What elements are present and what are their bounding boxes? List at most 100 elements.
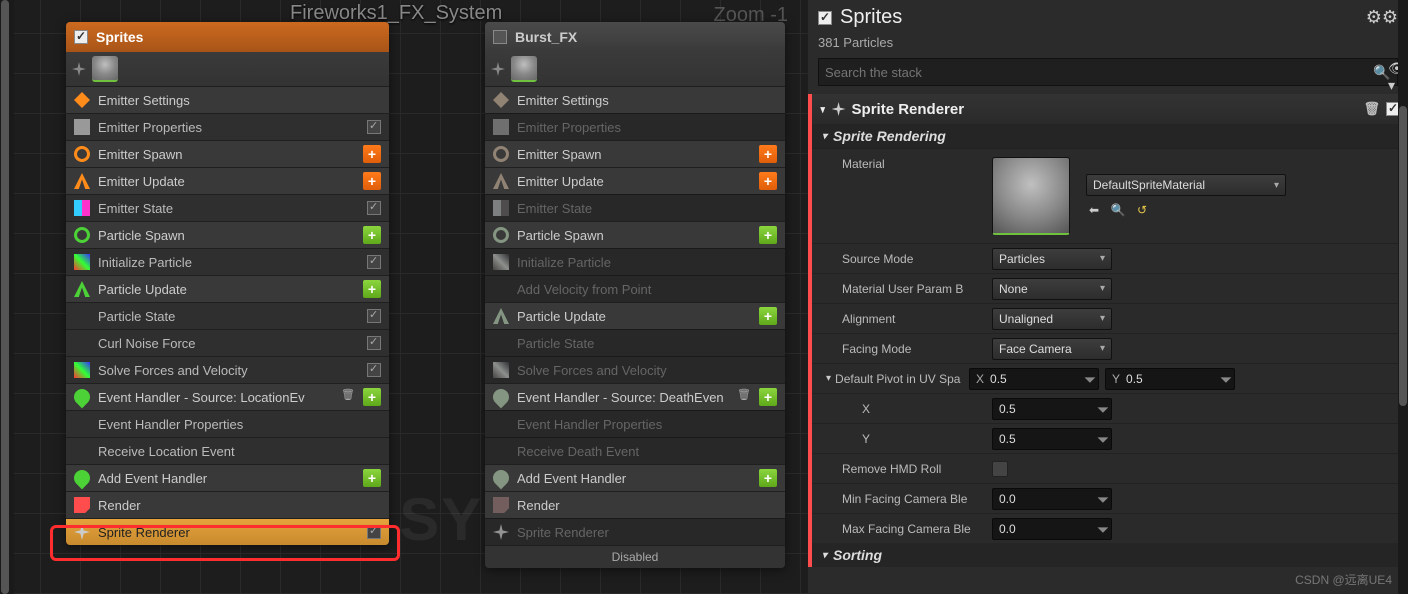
module-row[interactable]: Emitter State [485,194,785,221]
add-module-button[interactable]: + [759,226,777,244]
left-scrollbar[interactable] [0,0,14,594]
module-enabled-checkbox[interactable] [367,201,381,215]
scrollbar-thumb[interactable] [1399,106,1407,406]
dropdown[interactable]: None [992,278,1112,300]
material-dropdown[interactable]: DefaultSpriteMaterial [1086,174,1286,196]
section-sorting[interactable]: ▾ Sorting [812,543,1408,567]
search-input[interactable] [825,65,1373,80]
module-row[interactable]: Event Handler Properties [66,410,389,437]
i-init-icon [493,362,509,378]
module-enabled-checkbox[interactable] [367,525,381,539]
module-row[interactable]: Curl Noise Force [66,329,389,356]
module-enabled-checkbox[interactable] [367,255,381,269]
number-input[interactable]: 0.5◢ [992,428,1112,450]
module-row[interactable]: Receive Death Event [485,437,785,464]
emitter-header[interactable]: Sprites [66,22,389,52]
collapse-arrow-icon[interactable]: ▾ [822,550,827,561]
section-header[interactable]: Emitter Update+ [485,167,785,194]
collapse-arrow-icon[interactable]: ▾ [821,103,825,116]
section-header[interactable]: Emitter Settings [485,86,785,113]
number-input[interactable]: 0.5◢ [992,398,1112,420]
section-header[interactable]: Particle Update+ [66,275,389,302]
emitter-burst-fx[interactable]: Burst_FX Emitter SettingsEmitter Propert… [485,22,785,568]
graph-editor[interactable]: Fireworks1_FX_System Zoom -1 SYSTEM Spri… [0,0,808,594]
pivot-x-input[interactable]: X0.5◢ [969,368,1099,390]
section-header[interactable]: Add Event Handler+ [66,464,389,491]
emitter-sprites[interactable]: Sprites Emitter SettingsEmitter Properti… [66,22,389,545]
section-header[interactable]: Particle Spawn+ [485,221,785,248]
category-header[interactable]: ▾ Sprite Renderer 🗑 [812,94,1408,124]
section-sprite-rendering[interactable]: ▾ Sprite Rendering [812,124,1408,148]
module-row[interactable]: Initialize Particle [485,248,785,275]
module-row[interactable]: Solve Forces and Velocity [485,356,785,383]
emitter-enabled-checkbox[interactable] [493,30,507,44]
checkbox[interactable] [992,461,1008,477]
add-module-button[interactable]: + [759,172,777,190]
delete-icon[interactable] [737,390,751,404]
delete-icon[interactable]: 🗑 [1363,101,1380,117]
module-row[interactable]: Add Velocity from Point [485,275,785,302]
details-scrollbar[interactable] [1398,0,1408,594]
section-header[interactable]: Particle Update+ [485,302,785,329]
add-module-button[interactable]: + [363,172,381,190]
dropdown[interactable]: Face Camera [992,338,1112,360]
module-row[interactable]: Initialize Particle [66,248,389,275]
module-enabled-checkbox[interactable] [367,120,381,134]
i-eh-icon [71,386,94,409]
module-enabled-checkbox[interactable] [367,336,381,350]
add-module-button[interactable]: + [759,307,777,325]
add-module-button[interactable]: + [363,388,381,406]
use-selected-icon[interactable]: ⬅ [1086,202,1102,218]
browse-icon[interactable]: 🔍 [1110,202,1126,218]
module-row[interactable]: Emitter Properties [66,113,389,140]
module-row[interactable]: Emitter Properties [485,113,785,140]
dropdown[interactable]: Particles [992,248,1112,270]
module-row[interactable]: Sprite Renderer [485,518,785,545]
module-row[interactable]: Sprite Renderer [66,518,389,545]
add-module-button[interactable]: + [759,388,777,406]
scrollbar-thumb[interactable] [1,0,9,594]
section-header[interactable]: Render [485,491,785,518]
module-row[interactable]: Particle State [485,329,785,356]
module-row[interactable]: Receive Location Event [66,437,389,464]
module-row[interactable]: Emitter State [66,194,389,221]
section-header[interactable]: Event Handler - Source: DeathEven+ [485,383,785,410]
emitter-thumbnail[interactable] [92,56,118,82]
module-row[interactable]: Solve Forces and Velocity [66,356,389,383]
add-module-button[interactable]: + [363,469,381,487]
section-header[interactable]: Event Handler - Source: LocationEv+ [66,383,389,410]
section-header[interactable]: Particle Spawn+ [66,221,389,248]
expand-arrow-icon[interactable]: ▾ [826,373,831,384]
section-header[interactable]: Emitter Spawn+ [485,140,785,167]
delete-icon[interactable] [341,390,355,404]
number-input[interactable]: 0.0◢ [992,488,1112,510]
section-header[interactable]: Emitter Settings [66,86,389,113]
dropdown[interactable]: Unaligned [992,308,1112,330]
number-input[interactable]: 0.0◢ [992,518,1112,540]
section-header[interactable]: Emitter Spawn+ [66,140,389,167]
pivot-y-input[interactable]: Y0.5◢ [1105,368,1235,390]
emitter-header[interactable]: Burst_FX [485,22,785,52]
details-enabled-checkbox[interactable] [818,11,832,25]
module-row[interactable]: Particle State [66,302,389,329]
add-module-button[interactable]: + [759,469,777,487]
module-enabled-checkbox[interactable] [367,309,381,323]
section-header[interactable]: Render [66,491,389,518]
collapse-arrow-icon[interactable]: ▾ [822,131,827,142]
settings-icon[interactable]: ⚙⚙ [1366,7,1398,28]
emitter-thumbnail[interactable] [511,56,537,82]
add-module-button[interactable]: + [363,226,381,244]
module-enabled-checkbox[interactable] [367,363,381,377]
property-label: Max Facing Camera Ble [842,522,992,536]
reset-icon[interactable]: ↺ [1134,202,1150,218]
add-module-button[interactable]: + [363,145,381,163]
section-header[interactable]: Emitter Update+ [66,167,389,194]
add-module-button[interactable]: + [759,145,777,163]
section-header[interactable]: Add Event Handler+ [485,464,785,491]
module-row[interactable]: Event Handler Properties [485,410,785,437]
search-stack[interactable]: 🔍 [818,58,1398,86]
emitter-enabled-checkbox[interactable] [74,30,88,44]
add-module-button[interactable]: + [363,280,381,298]
i-eh-icon [490,386,513,409]
material-thumbnail[interactable] [992,157,1070,235]
